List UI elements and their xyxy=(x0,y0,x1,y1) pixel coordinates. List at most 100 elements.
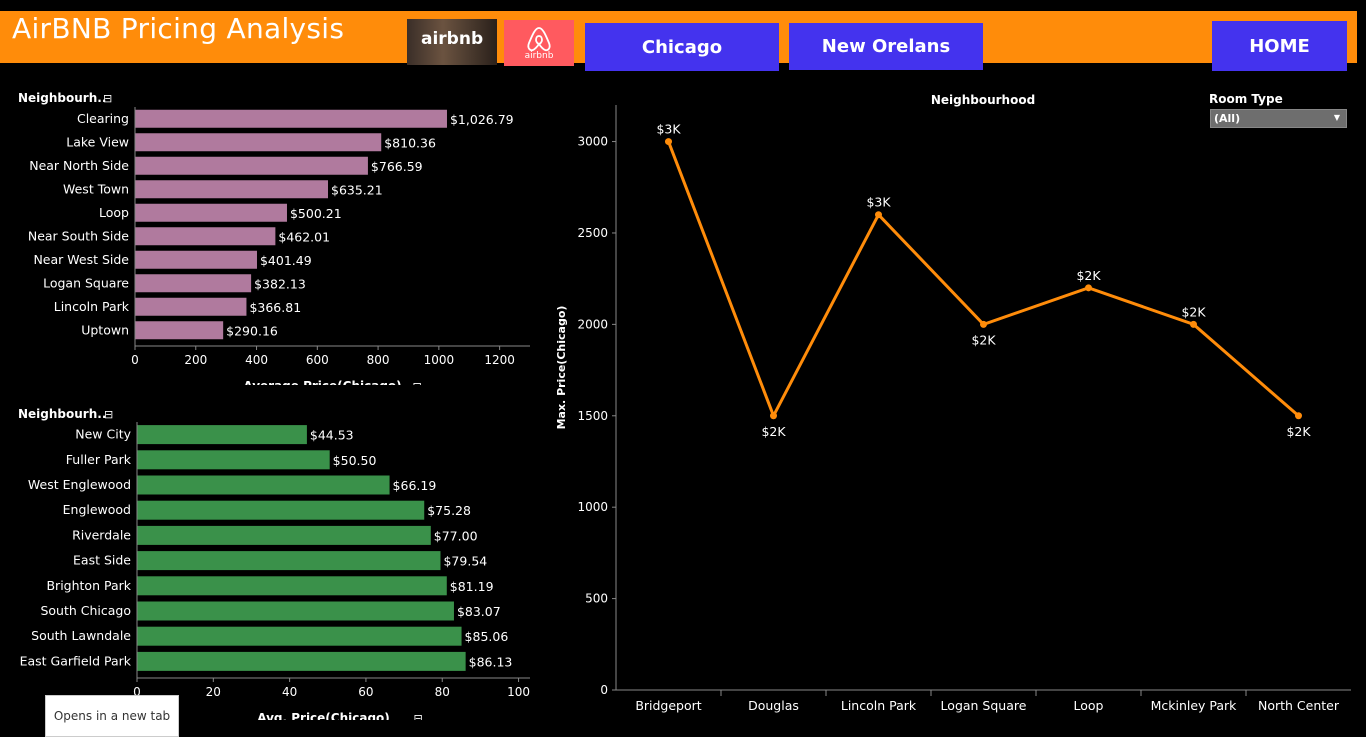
category-label: East Garfield Park xyxy=(20,653,132,668)
data-label: $2K xyxy=(1076,268,1101,283)
new-orleans-button[interactable]: New Orelans xyxy=(789,23,983,70)
category-label: Near West Side xyxy=(33,252,129,267)
bar xyxy=(137,525,431,545)
category-label: Near North Side xyxy=(29,158,129,173)
data-label: $462.01 xyxy=(278,229,330,244)
home-button[interactable]: HOME xyxy=(1212,21,1347,71)
x-axis-title: Avg. Price(Chicago) xyxy=(257,711,390,720)
category-label: Loop xyxy=(99,205,129,220)
bar xyxy=(137,500,425,520)
data-label: $401.49 xyxy=(260,253,312,268)
data-label: $2K xyxy=(1286,424,1311,439)
bar xyxy=(135,321,224,340)
data-label: $3K xyxy=(866,195,891,210)
sort-icon: ⊟ xyxy=(414,712,423,720)
data-label: $79.54 xyxy=(443,554,487,569)
bar xyxy=(135,156,368,175)
x-tick-label: Bridgeport xyxy=(635,698,701,713)
y-tick-label: 1500 xyxy=(577,409,608,423)
y-axis-title: Neighbourh.. xyxy=(18,407,106,421)
data-label: $2K xyxy=(1181,304,1206,319)
data-label: $3K xyxy=(656,122,681,137)
data-label: $2K xyxy=(761,424,786,439)
x-tick-label: 80 xyxy=(435,685,450,699)
data-label: $44.53 xyxy=(310,428,354,443)
x-tick-label: 1000 xyxy=(424,353,455,367)
bar xyxy=(137,450,330,470)
bar xyxy=(137,651,466,671)
category-label: Lake View xyxy=(66,134,129,149)
x-tick-label: 100 xyxy=(507,685,530,699)
average-price-bar-chart: Neighbourh..⊟Clearing $1,026.79Lake View $… xyxy=(18,91,530,385)
bar xyxy=(137,576,447,596)
bar xyxy=(137,551,441,571)
data-label: $81.19 xyxy=(450,579,494,594)
data-label: $2K xyxy=(971,332,996,347)
bar xyxy=(135,297,247,316)
x-tick-label: Logan Square xyxy=(941,698,1027,713)
data-label: $500.21 xyxy=(290,206,342,221)
room-type-value: (All) xyxy=(1214,112,1241,125)
max-price-line-chart: Neighbourhood 0 500 1000 1500 2000 2500 3000 Max… xyxy=(555,93,1351,713)
data-label: $75.28 xyxy=(427,503,471,518)
bar xyxy=(135,203,287,222)
y-tick-label: 3000 xyxy=(577,135,608,149)
data-point xyxy=(1295,412,1302,420)
category-label: Brighton Park xyxy=(46,578,131,593)
data-label: $83.07 xyxy=(457,604,501,619)
data-label: $86.13 xyxy=(469,654,513,669)
chart-title: Neighbourhood xyxy=(931,93,1035,107)
room-type-label: Room Type xyxy=(1209,92,1283,106)
airbnb-photo-logo[interactable]: airbnb xyxy=(407,19,497,65)
x-tick-label: 200 xyxy=(184,353,207,367)
data-label: $766.59 xyxy=(371,159,423,174)
y-axis-title: Max. Price(Chicago) xyxy=(555,306,568,430)
category-label: South Chicago xyxy=(40,603,131,618)
y-axis-title: Neighbourh.. xyxy=(18,91,106,105)
x-tick-label: Mckinley Park xyxy=(1151,698,1238,713)
category-label: Fuller Park xyxy=(66,452,132,467)
series-line xyxy=(667,141,1300,420)
x-tick-label: 20 xyxy=(206,685,221,699)
data-label: $66.19 xyxy=(393,478,437,493)
avg-price-bar-chart: Neighbourh..⊟New City $44.53Fuller Park $5… xyxy=(18,407,530,720)
new-tab-tooltip: Opens in a new tab xyxy=(45,695,179,737)
airbnb-logo-text: airbnb xyxy=(421,29,484,49)
chevron-down-icon: ▼ xyxy=(1333,113,1340,122)
data-label: $382.13 xyxy=(254,276,306,291)
category-label: Lincoln Park xyxy=(54,299,130,314)
bar xyxy=(137,475,390,495)
category-label: West Town xyxy=(63,181,129,196)
category-label: Englewood xyxy=(63,502,131,517)
x-tick-label: 40 xyxy=(282,685,297,699)
airbnb-red-logo-text: airbnb xyxy=(524,51,554,61)
bar xyxy=(135,109,447,128)
sort-icon: ⊟ xyxy=(413,380,422,385)
room-type-dropdown[interactable]: (All) ▼ xyxy=(1210,109,1347,128)
category-label: West Englewood xyxy=(28,477,131,492)
category-label: South Lawndale xyxy=(31,628,131,643)
bar xyxy=(135,250,257,269)
data-label: $810.36 xyxy=(384,135,436,150)
bar xyxy=(137,601,454,621)
x-axis-title: Average Price(Chicago) xyxy=(243,379,401,385)
data-point xyxy=(980,320,987,328)
category-label: East Side xyxy=(73,553,131,568)
data-label: $635.21 xyxy=(331,182,383,197)
page-title: AirBNB Pricing Analysis xyxy=(12,12,345,45)
category-label: New City xyxy=(75,427,131,442)
category-label: Riverdale xyxy=(72,527,131,542)
x-tick-label: Loop xyxy=(1074,698,1104,713)
data-label: $77.00 xyxy=(434,528,478,543)
airbnb-red-logo[interactable]: airbnb xyxy=(504,20,574,66)
bar xyxy=(137,425,307,445)
chicago-button[interactable]: Chicago xyxy=(585,23,779,71)
y-tick-label: 0 xyxy=(600,683,608,697)
x-tick-label: Douglas xyxy=(748,698,799,713)
data-label: $50.50 xyxy=(333,453,377,468)
category-label: Logan Square xyxy=(43,275,129,290)
category-label: Clearing xyxy=(77,111,129,126)
sort-icon: ⊟ xyxy=(104,408,113,421)
data-label: $366.81 xyxy=(249,300,301,315)
y-tick-label: 500 xyxy=(585,592,608,606)
